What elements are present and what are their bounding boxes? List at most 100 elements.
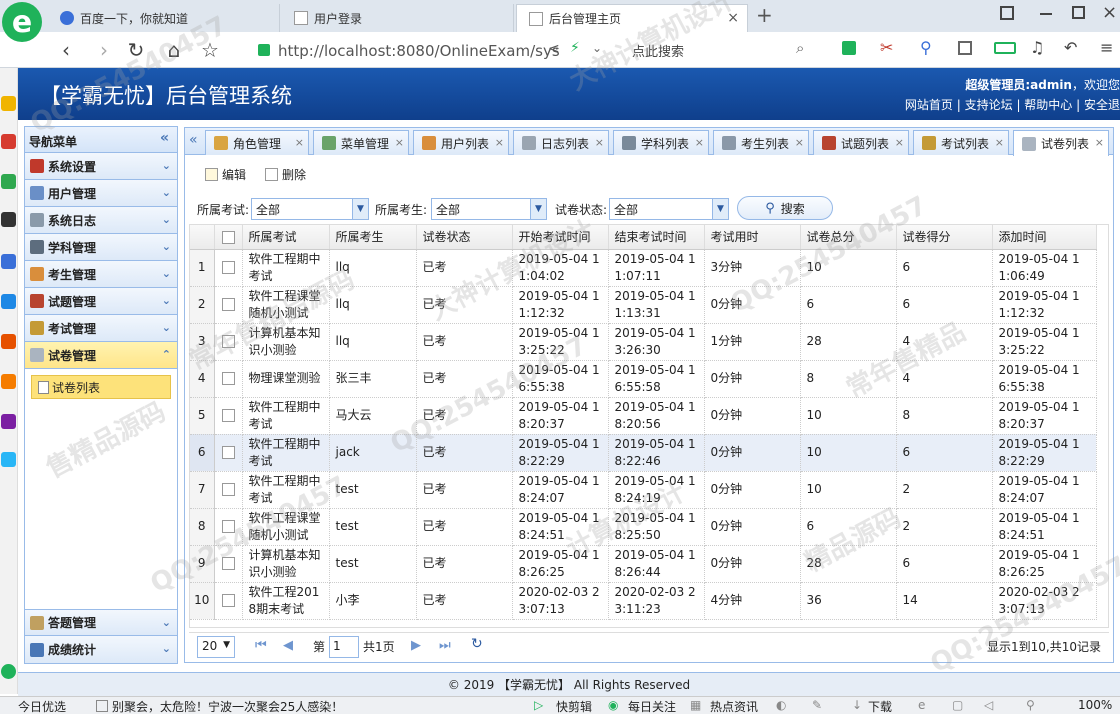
zoom-level[interactable]: 100% xyxy=(1078,698,1112,712)
status-item[interactable]: 热点资讯 xyxy=(710,698,758,715)
column-header[interactable]: 所属考试 xyxy=(242,225,330,250)
status-item[interactable]: 快剪辑 xyxy=(556,698,592,715)
apps-icon[interactable] xyxy=(958,41,972,55)
doc-icon[interactable] xyxy=(1,254,16,269)
tab-paper-list[interactable]: 试卷列表 × xyxy=(1013,130,1109,156)
table-row[interactable]: 4 物理课堂测验 张三丰 已考 2019-05-04 16:55:38 2019-05-0… xyxy=(190,360,1097,398)
column-header[interactable]: 添加时间 xyxy=(992,225,1097,250)
close-icon[interactable]: × xyxy=(295,136,304,149)
column-header[interactable]: 试卷得分 xyxy=(896,225,993,250)
table-row[interactable]: 2 软件工程课堂随机小测试 llq 已考 2019-05-04 11:12:32 2019… xyxy=(190,286,1097,324)
maximize-icon[interactable] xyxy=(1072,6,1085,19)
home-icon[interactable]: ⌂ xyxy=(162,38,186,62)
row-checkbox[interactable] xyxy=(221,520,235,533)
search-hint[interactable]: 点此搜索 xyxy=(632,41,684,60)
magnifier-icon[interactable]: ⚲ xyxy=(920,38,932,57)
close-icon[interactable]: × xyxy=(895,136,904,149)
favorite-star-icon[interactable]: ☆ xyxy=(198,38,222,62)
close-tab-icon[interactable]: × xyxy=(727,10,739,26)
lightning-icon[interactable]: ⚡ xyxy=(570,40,580,56)
column-header[interactable]: 考试用时 xyxy=(704,225,801,250)
close-icon[interactable]: × xyxy=(1095,136,1104,149)
nav-item-paper-management[interactable]: 试卷管理 ⌃ xyxy=(25,342,177,369)
share-icon[interactable]: ⋖ xyxy=(548,41,560,57)
table-row[interactable]: 5 软件工程期中考试 马大云 已考 2019-05-04 18:20:37 2019-05… xyxy=(190,397,1097,435)
row-checkbox[interactable] xyxy=(221,261,235,274)
search-icon[interactable]: ⌕ xyxy=(796,39,804,57)
status-filter-select[interactable]: 全部 ▼ xyxy=(609,198,729,220)
page-number-input[interactable]: 1 xyxy=(329,636,359,658)
status-item[interactable]: 每日关注 xyxy=(628,698,676,715)
row-checkbox[interactable] xyxy=(221,446,235,459)
edit-button[interactable]: 编辑 xyxy=(205,166,246,183)
search-button[interactable]: ⚲ 搜索 xyxy=(737,196,833,220)
nav-item-system-settings[interactable]: 系统设置 ⌄ xyxy=(25,153,177,180)
tabs-scroll-left-icon[interactable]: « xyxy=(189,132,198,148)
nav-subitem-paper-list[interactable]: 试卷列表 xyxy=(31,375,171,399)
new-tab-button[interactable]: + xyxy=(756,3,773,27)
row-checkbox-cell[interactable] xyxy=(214,434,243,472)
tab-log-list[interactable]: 日志列表 × xyxy=(513,130,609,155)
row-checkbox-cell[interactable] xyxy=(214,286,243,324)
exam-filter-select[interactable]: 全部 ▼ xyxy=(251,198,369,220)
add-icon[interactable] xyxy=(1,664,16,679)
row-checkbox[interactable] xyxy=(221,594,235,607)
select-all-checkbox[interactable] xyxy=(221,230,235,244)
next-page-icon[interactable]: ▶ xyxy=(411,638,421,653)
shop-icon[interactable] xyxy=(1,374,16,389)
column-header[interactable]: 开始考试时间 xyxy=(512,225,609,250)
browser-tab-admin-home[interactable]: 后台管理主页 × xyxy=(516,4,748,32)
table-row[interactable]: 3 计算机基本知识小测验 llq 已考 2019-05-04 13:25:22 2019-… xyxy=(190,323,1097,361)
close-icon[interactable]: × xyxy=(395,136,404,149)
link-forum[interactable]: 支持论坛 xyxy=(965,98,1013,112)
browser-tab-login[interactable]: 用户登录 xyxy=(282,4,514,32)
student-filter-select[interactable]: 全部 ▼ xyxy=(431,198,547,220)
nav-item-subject-management[interactable]: 学科管理 ⌄ xyxy=(25,234,177,261)
row-checkbox-cell[interactable] xyxy=(214,397,243,435)
tab-student-list[interactable]: 考生列表 × xyxy=(713,130,809,155)
pay-icon[interactable] xyxy=(1,452,16,467)
tab-exam-list[interactable]: 考试列表 × xyxy=(913,130,1009,155)
column-header[interactable]: 结束考试时间 xyxy=(608,225,705,250)
back-icon[interactable]: ‹ xyxy=(54,38,78,62)
link-home[interactable]: 网站首页 xyxy=(905,98,953,112)
forward-icon[interactable]: › xyxy=(92,38,116,62)
row-checkbox-cell[interactable] xyxy=(214,360,243,398)
tab-question-list[interactable]: 试题列表 × xyxy=(813,130,909,155)
column-header[interactable]: 所属考生 xyxy=(329,225,417,250)
nav-item-student-management[interactable]: 考生管理 ⌄ xyxy=(25,261,177,288)
close-window-icon[interactable]: × xyxy=(1102,2,1117,23)
table-row[interactable]: 1 软件工程期中考试 llq 已考 2019-05-04 11:04:02 2019-05… xyxy=(190,249,1097,287)
delete-button[interactable]: 删除 xyxy=(265,166,306,183)
row-checkbox[interactable] xyxy=(221,557,235,570)
chat-icon[interactable] xyxy=(1,294,16,309)
table-row[interactable]: 7 软件工程期中考试 test 已考 2019-05-04 18:24:07 2019-0… xyxy=(190,471,1097,509)
nav-item-answer[interactable]: 答题管理 ⌄ xyxy=(25,609,177,636)
row-checkbox-cell[interactable] xyxy=(214,508,243,546)
nav-item-user-management[interactable]: 用户管理 ⌄ xyxy=(25,180,177,207)
row-checkbox-cell[interactable] xyxy=(214,249,243,287)
undo-icon[interactable]: ↶ xyxy=(1064,38,1077,57)
row-checkbox-cell[interactable] xyxy=(214,323,243,361)
close-icon[interactable]: × xyxy=(795,136,804,149)
news-ticker[interactable]: 别聚会，太危险！宁波一次聚会25人感染！ xyxy=(112,698,340,715)
star-icon[interactable] xyxy=(1,96,16,111)
tab-role[interactable]: 角色管理 × xyxy=(205,130,309,155)
mail-icon[interactable] xyxy=(1,174,16,189)
status-left[interactable]: 今日优选 xyxy=(18,698,66,715)
row-checkbox[interactable] xyxy=(221,298,235,311)
column-header[interactable]: 试卷总分 xyxy=(800,225,897,250)
nav-item-question-management[interactable]: 试题管理 ⌄ xyxy=(25,288,177,315)
battery-icon[interactable] xyxy=(994,42,1016,54)
table-row[interactable]: 8 软件工程课堂随机小测试 test 已考 2019-05-04 18:24:51 201… xyxy=(190,508,1097,546)
row-checkbox-cell[interactable] xyxy=(214,582,243,620)
link-help[interactable]: 帮助中心 xyxy=(1024,98,1072,112)
first-page-icon[interactable]: ⏮ xyxy=(255,638,267,653)
nav-item-stats[interactable]: 成绩统计 ⌄ xyxy=(25,636,177,663)
close-icon[interactable]: × xyxy=(695,136,704,149)
nav-item-system-log[interactable]: 系统日志 ⌄ xyxy=(25,207,177,234)
menu-icon[interactable]: ≡ xyxy=(1100,38,1113,57)
tab-subject-list[interactable]: 学科列表 × xyxy=(613,130,709,155)
video-icon[interactable] xyxy=(1,212,16,227)
shirt-icon[interactable] xyxy=(1000,6,1014,20)
